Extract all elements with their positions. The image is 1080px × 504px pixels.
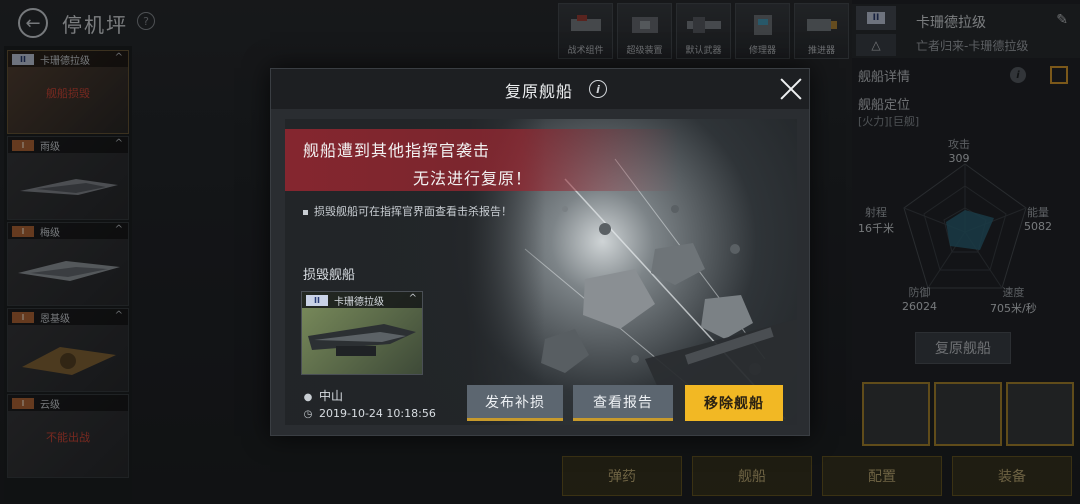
alert-message: 舰船遭到其他指挥官袭击 bbox=[303, 141, 491, 160]
remove-ship-button[interactable]: 移除舰船 bbox=[685, 385, 783, 421]
ship-image bbox=[308, 324, 416, 356]
ship-card-header: II 卡珊德拉级 ^ bbox=[302, 292, 422, 308]
wrecked-ship-label: 损毁舰船 bbox=[303, 268, 356, 283]
time-text: 2019-10-24 10:18:56 bbox=[319, 407, 436, 420]
close-icon[interactable] bbox=[777, 75, 805, 103]
publish-compensation-button[interactable]: 发布补损 bbox=[467, 385, 563, 421]
ship-card-name: 卡珊德拉级 bbox=[334, 296, 384, 308]
battle-scene: 舰船遭到其他指挥官袭击 无法进行复原！ 损毁舰船可在指挥官界面查看击杀报告！ 损… bbox=[285, 119, 797, 425]
wrecked-ship-card: II 卡珊德拉级 ^ bbox=[301, 291, 423, 375]
clock-icon: ◷ bbox=[303, 409, 313, 420]
location-pin-icon: ● bbox=[303, 392, 313, 403]
view-report-button[interactable]: 查看报告 bbox=[573, 385, 673, 421]
dialog-title: 复原舰船 bbox=[505, 82, 574, 101]
time-row: ◷ 2019-10-24 10:18:56 bbox=[303, 407, 436, 420]
location-text: 中山 bbox=[319, 389, 344, 403]
report-note: 损毁舰船可在指挥官界面查看击杀报告！ bbox=[303, 203, 512, 219]
alert-submessage: 无法进行复原！ bbox=[413, 169, 533, 188]
chevron-up-icon: ^ bbox=[408, 293, 417, 304]
tier-badge: II bbox=[306, 294, 328, 306]
location-row: ● 中山 bbox=[303, 387, 343, 404]
dialog-header: 复原舰船 i bbox=[271, 69, 809, 109]
info-icon[interactable]: i bbox=[589, 80, 607, 98]
restore-ship-dialog: 复原舰船 i 舰船遭到其他指挥官袭击 无法进行复原！ 损毁舰船可在指挥官界面查看… bbox=[270, 68, 810, 436]
